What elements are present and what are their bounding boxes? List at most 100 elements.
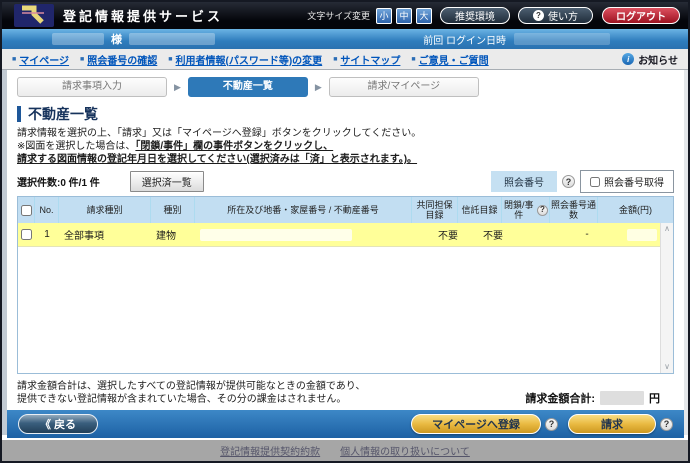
instruction-line-2: ※図面を選択した場合は、「閉鎖/事件」欄の事件ボタンをクリックし、 <box>17 141 334 152</box>
step-indicator: 請求事項入力 ▶ 不動産一覧 ▶ 請求/マイページ <box>17 77 674 97</box>
instruction-line-3: 請求する図面情報の登記年月日を選択してください(選択済みは「済」と表示されます。… <box>17 154 418 165</box>
table-header-row: No. 請求種別 種別 所在及び地番・家屋番号 / 不動産番号 共同担保目録 信… <box>18 197 673 223</box>
header-no: No. <box>35 197 59 223</box>
header-type: 種別 <box>151 197 195 223</box>
user-id-redacted <box>129 33 215 45</box>
property-table: No. 請求種別 種別 所在及び地番・家屋番号 / 不動産番号 共同担保目録 信… <box>17 196 674 374</box>
header-kyodo-tanpo: 共同担保目録 <box>412 197 458 223</box>
row-checkbox-cell <box>18 223 35 246</box>
service-logo-icon <box>14 4 54 27</box>
request-button[interactable]: 請求 <box>568 414 656 434</box>
last-login-label: 前回 ログイン日時 <box>423 35 506 47</box>
header-heisa-jiken: 閉鎖/事件 ? <box>502 197 550 223</box>
table-scrollbar[interactable]: ∧ ∨ <box>660 223 673 373</box>
billing-notes: 請求金額合計は、選択したすべての登記情報が提供可能なときの金額であり、 提供でき… <box>17 380 365 406</box>
shokai-help-icon[interactable]: ? <box>562 175 575 188</box>
top-bar-controls: 文字サイズ変更 小 中 大 推奨環境 ? 使い方 ログアウト <box>307 7 680 24</box>
row-address <box>195 223 425 246</box>
nav-item-mypage[interactable]: ■ マイページ <box>12 52 69 67</box>
selected-list-button[interactable]: 選択済一覧 <box>129 171 204 192</box>
billing-note-1: 請求金額合計は、選択したすべての登記情報が提供可能なときの金額であり、 <box>17 381 366 392</box>
scroll-up-icon[interactable]: ∧ <box>664 225 670 233</box>
total-amount-redacted <box>600 391 644 405</box>
bullet-icon: ■ <box>333 55 338 63</box>
logout-button[interactable]: ログアウト <box>602 7 680 24</box>
nav-item-sitemap[interactable]: ■ サイトマップ <box>333 52 400 67</box>
header-address: 所在及び地番・家屋番号 / 不動産番号 <box>195 197 412 223</box>
font-size-large-button[interactable]: 大 <box>416 7 432 24</box>
bullet-icon: ■ <box>411 55 416 63</box>
footer-bar: 登記情報提供契約約款 個人情報の取り扱いについて <box>2 440 688 461</box>
total-amount-unit: 円 <box>649 393 660 405</box>
nav-item-feedback[interactable]: ■ ご意見・ご質問 <box>411 52 488 67</box>
row-no: 1 <box>44 229 50 240</box>
row-type: 建物 <box>156 231 176 242</box>
nav-item-user-info[interactable]: ■ 利用者情報(パスワード等)の変更 <box>168 52 322 67</box>
instruction-line-1: 請求情報を選択の上、「請求」又は「マイページへ登録」ボタンをクリックしてください… <box>17 128 422 139</box>
last-login-group: 前回 ログイン日時 <box>423 32 610 47</box>
table-row: 1 全部事項 建物 不要 不要 - <box>18 223 673 247</box>
amount-redacted <box>627 228 657 241</box>
step-arrow-icon: ▶ <box>174 81 181 92</box>
bullet-icon: ■ <box>168 55 173 63</box>
step-request-entry: 請求事項入力 <box>17 77 167 97</box>
instructions: 請求情報を選択の上、「請求」又は「マイページへ登録」ボタンをクリックしてください… <box>17 127 674 166</box>
shokai-checkbox[interactable] <box>590 176 600 187</box>
question-icon: ? <box>533 10 544 21</box>
row-kyodo: 不要 <box>438 231 458 242</box>
scroll-down-icon[interactable]: ∨ <box>664 363 670 371</box>
user-name-redacted <box>52 33 104 45</box>
row-checkbox[interactable] <box>21 229 32 240</box>
shokai-group: 照会番号 ? 照会番号取得 <box>491 170 674 193</box>
row-heisa <box>515 223 563 246</box>
step-arrow-icon: ▶ <box>314 81 322 92</box>
billing-note-2: 提供できない登記情報が含まれていた場合、その分の課金はされません。 <box>17 394 347 405</box>
selection-row: 選択件数:0 件/1 件 選択済一覧 照会番号 ? 照会番号取得 <box>17 170 674 193</box>
shokai-number-label: 照会番号 <box>491 171 557 192</box>
font-size-small-button[interactable]: 小 <box>376 7 392 24</box>
app-window: 登記情報提供サービス 文字サイズ変更 小 中 大 推奨環境 ? 使い方 ログアウト… <box>0 0 690 463</box>
footer-link-contract[interactable]: 登記情報提供契約約款 <box>220 443 320 458</box>
row-tsusu: - <box>585 229 589 240</box>
header-amount: 金額(円) <box>619 205 652 215</box>
top-bar: 登記情報提供サービス 文字サイズ変更 小 中 大 推奨環境 ? 使い方 ログアウト <box>2 2 688 29</box>
summary-row: 請求金額合計は、選択したすべての登記情報が提供可能なときの金額であり、 提供でき… <box>17 380 674 406</box>
nav-item-shokai-kakunin[interactable]: ■ 照会番号の確認 <box>80 52 157 67</box>
header-checkbox-cell <box>18 197 35 223</box>
shokai-checkbox-label: 照会番号取得 <box>604 178 664 189</box>
register-mypage-button[interactable]: マイページへ登録 <box>411 414 541 434</box>
step-property-list: 不動産一覧 <box>187 77 308 97</box>
address-redacted <box>200 228 352 241</box>
total-amount-group: 請求金額合計: 円 <box>525 390 674 406</box>
last-login-datetime-redacted <box>514 33 610 45</box>
user-name-suffix: 様 <box>111 34 122 46</box>
header-tsusu: 照会番号通数 <box>550 197 598 223</box>
bullet-icon: ■ <box>12 55 17 63</box>
row-shintaku: 不要 <box>483 231 503 242</box>
header-request-type: 請求種別 <box>59 197 151 223</box>
nav-bar: ■ マイページ ■ 照会番号の確認 ■ 利用者情報(パスワード等)の変更 ■ サイトマッ… <box>2 49 688 70</box>
select-all-checkbox[interactable] <box>20 204 32 216</box>
row-request-type: 全部事項 <box>64 231 104 242</box>
font-size-medium-button[interactable]: 中 <box>396 7 412 24</box>
font-size-label: 文字サイズ変更 <box>307 11 370 21</box>
user-bar: 様 前回 ログイン日時 <box>2 29 688 49</box>
back-button[interactable]: 《 戻る <box>18 414 98 434</box>
action-buttons: マイページへ登録 ? 請求 ? <box>411 414 673 434</box>
action-bar: 《 戻る マイページへ登録 ? 請求 ? <box>7 410 684 438</box>
recommended-env-button[interactable]: 推奨環境 <box>440 7 510 24</box>
header-shintaku: 信託目録 <box>458 197 502 223</box>
step-request-mypage: 請求/マイページ <box>328 77 479 97</box>
heisa-help-icon[interactable]: ? <box>537 204 548 216</box>
total-amount-label: 請求金額合計: <box>525 393 595 405</box>
app-title: 登記情報提供サービス <box>63 9 224 24</box>
table-body: 1 全部事項 建物 不要 不要 - ∧ ∨ <box>18 223 673 373</box>
bullet-icon: ■ <box>80 55 85 63</box>
notice-link[interactable]: i お知らせ <box>622 52 678 67</box>
footer-link-privacy[interactable]: 個人情報の取り扱いについて <box>340 443 470 458</box>
page-title: 不動産一覧 <box>17 106 674 122</box>
request-help-icon[interactable]: ? <box>660 417 673 431</box>
main-content: 請求事項入力 ▶ 不動産一覧 ▶ 請求/マイページ 不動産一覧 請求情報を選択の… <box>2 70 688 438</box>
mypage-help-icon[interactable]: ? <box>545 417 558 431</box>
help-button[interactable]: ? 使い方 <box>518 7 593 24</box>
